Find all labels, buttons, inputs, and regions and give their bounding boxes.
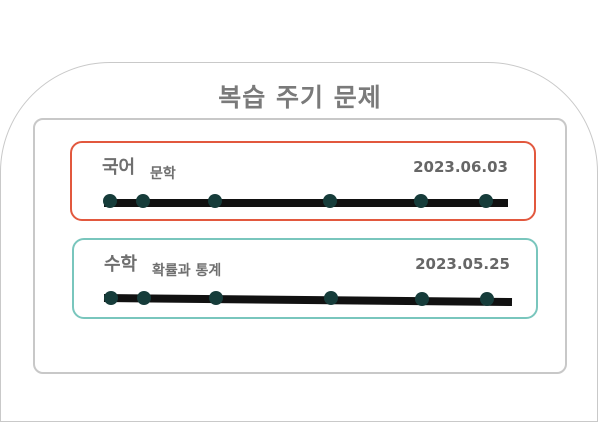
review-point bbox=[414, 194, 428, 208]
review-timeline bbox=[103, 291, 513, 306]
review-point bbox=[323, 194, 337, 208]
review-point bbox=[324, 291, 338, 305]
review-point bbox=[208, 194, 222, 208]
review-point bbox=[104, 291, 118, 305]
review-point bbox=[136, 194, 150, 208]
review-timeline bbox=[103, 194, 508, 208]
timeline-line bbox=[103, 294, 513, 306]
review-point bbox=[479, 194, 493, 208]
review-card-math[interactable]: 수학 확률과 통계 2023.05.25 bbox=[72, 238, 538, 319]
review-point bbox=[415, 292, 429, 306]
review-point bbox=[209, 291, 223, 305]
review-point bbox=[103, 194, 117, 208]
review-card-korean[interactable]: 국어 문학 2023.06.03 bbox=[70, 141, 536, 221]
review-point bbox=[480, 292, 494, 306]
review-point bbox=[137, 291, 151, 305]
page-title: 복습 주기 문제 bbox=[218, 83, 382, 112]
